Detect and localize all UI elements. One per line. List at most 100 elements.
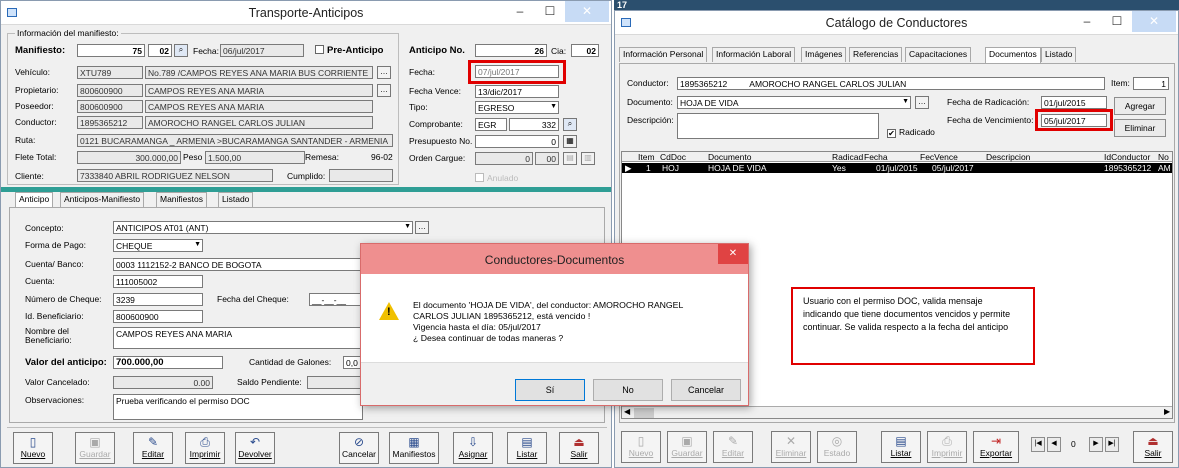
comprobante-num-input[interactable]: 332 (509, 118, 559, 131)
grid-header-cddoc[interactable]: CdDoc (660, 152, 686, 162)
conductor-field[interactable]: 1895365212 AMOROCHO RANGEL CARLOS JULIAN (677, 77, 1105, 90)
forma-pago-select[interactable]: CHEQUE ▼ (113, 239, 203, 252)
nuevo-button[interactable]: ▯ Nuevo (621, 431, 661, 463)
yes-button[interactable]: Sí (515, 379, 585, 401)
grid-header-idconductor[interactable]: IdConductor (1104, 152, 1150, 162)
guardar-button[interactable]: ▣ Guardar (75, 432, 115, 464)
minimize-icon[interactable]: – (505, 1, 535, 22)
concepto-lookup-button[interactable]: … (415, 221, 429, 234)
pre-anticipo-checkbox[interactable]: Pre-Anticipo (315, 45, 383, 56)
calculator-icon[interactable]: ▦ (563, 135, 577, 148)
last-record-icon[interactable]: ▶| (1105, 437, 1119, 452)
search-icon[interactable]: ⌕ (174, 44, 188, 57)
eliminar-button[interactable]: Eliminar (1114, 119, 1166, 137)
comprobante-search-icon[interactable]: ⌕ (563, 118, 577, 131)
radicado-checkbox[interactable]: ✔ Radicado (887, 127, 935, 138)
observaciones-input[interactable]: Prueba verificando el permiso DOC (113, 394, 363, 420)
grid-header-fecha[interactable]: Fecha (864, 152, 888, 162)
tab-informacion-personal[interactable]: Información Personal (619, 47, 708, 62)
documento-lookup-button[interactable]: … (915, 96, 929, 109)
valor-anticipo-input[interactable]: 700.000,00 (113, 356, 223, 369)
num-cheque-input[interactable]: 3239 (113, 293, 203, 306)
propietario-lookup-button[interactable]: … (377, 84, 391, 97)
fecha-radicacion-input[interactable]: 01/jul/2015 (1041, 96, 1107, 109)
eliminar-button[interactable]: ✕ Eliminar (771, 431, 811, 463)
scroll-left-icon[interactable]: ◀ (624, 407, 630, 416)
orden-input-1[interactable]: 0 (475, 152, 533, 165)
presupuesto-input[interactable]: 0 (475, 135, 559, 148)
nombre-beneficiario-input[interactable]: CAMPOS REYES ANA MARIA (113, 327, 363, 349)
scroll-right-icon[interactable]: ▶ (1164, 407, 1170, 416)
editar-button[interactable]: ✎ Editar (133, 432, 173, 464)
listar-button[interactable]: ▤ Listar (507, 432, 547, 464)
prev-record-icon[interactable]: ◀ (1047, 437, 1061, 452)
manifiestos-button[interactable]: ▦ Manifiestos (389, 432, 439, 464)
listar-button[interactable]: ▤ Listar (881, 431, 921, 463)
grid-header-no[interactable]: No (1158, 152, 1169, 162)
exportar-button[interactable]: ⇥ Exportar (973, 431, 1019, 463)
grid-header-descripcion[interactable]: Descripcion (986, 152, 1030, 162)
grid-header-item[interactable]: Item (638, 152, 655, 162)
id-beneficiario-input[interactable]: 800600900 (113, 310, 203, 323)
imprimir-button[interactable]: ⎙ Imprimir (927, 431, 967, 463)
maximize-icon[interactable]: ☐ (1102, 11, 1132, 32)
maximize-icon[interactable]: ☐ (535, 1, 565, 22)
table-icon[interactable]: ▥ (581, 152, 595, 165)
manifiesto-code-input[interactable]: 02 (148, 44, 172, 57)
guardar-button[interactable]: ▣ Guardar (667, 431, 707, 463)
table-row[interactable]: ▶ 1 HOJ HOJA DE VIDA Yes 01/jul/2015 05/… (622, 163, 1172, 173)
scroll-thumb[interactable] (634, 408, 654, 418)
close-icon[interactable]: ✕ (718, 244, 748, 264)
tab-documentos[interactable]: Documentos (985, 47, 1041, 63)
cuenta-banco-input[interactable]: 0003 1112152-2 BANCO DE BOGOTA (113, 258, 363, 271)
tab-imagenes[interactable]: Imágenes (801, 47, 847, 62)
grid-header-fecvence[interactable]: FecVence (920, 152, 958, 162)
no-button[interactable]: No (593, 379, 663, 401)
poseedor-id-input[interactable]: 800600900 (77, 100, 143, 113)
close-icon[interactable]: ✕ (565, 1, 609, 22)
conductor-id-input[interactable]: 1895365212 (77, 116, 143, 129)
concepto-select[interactable]: ANTICIPOS AT01 (ANT) ▼ (113, 221, 413, 234)
imprimir-button[interactable]: ⎙ Imprimir (185, 432, 225, 464)
tab-capacitaciones[interactable]: Capacitaciones (905, 47, 972, 62)
cia-input[interactable]: 02 (571, 44, 599, 57)
item-input[interactable]: 1 (1133, 77, 1169, 90)
descripcion-input[interactable] (677, 113, 879, 139)
grid-header-radicad[interactable]: Radicad (832, 152, 863, 162)
vehiculo-lookup-button[interactable]: … (377, 66, 391, 79)
grid-header-documento[interactable]: Documento (708, 152, 751, 162)
estado-button[interactable]: ◎ Estado (817, 431, 857, 463)
tab-anticipo[interactable]: Anticipo (15, 192, 54, 208)
tab-listado[interactable]: Listado (218, 192, 254, 207)
vehiculo-plate-input[interactable]: XTU789 (77, 66, 143, 79)
orden-input-2[interactable]: 00 (535, 152, 559, 165)
asignar-button[interactable]: ⇩ Asignar (453, 432, 493, 464)
comprobante-code-input[interactable]: EGR (475, 118, 507, 131)
horizontal-scrollbar[interactable]: ◀ ▶ (622, 406, 1172, 418)
cuenta-input[interactable]: 111005002 (113, 275, 203, 288)
devolver-button[interactable]: ↶ Devolver (235, 432, 275, 464)
tab-manifiestos[interactable]: Manifiestos (156, 192, 207, 207)
tab-informacion-laboral[interactable]: Información Laboral (712, 47, 796, 62)
editar-button[interactable]: ✎ Editar (713, 431, 753, 463)
cancelar-button[interactable]: ⊘ Cancelar (339, 432, 379, 464)
anticipo-no-input[interactable]: 26 (475, 44, 547, 57)
minimize-icon[interactable]: – (1072, 11, 1102, 32)
first-record-icon[interactable]: |◀ (1031, 437, 1045, 452)
fecha-input[interactable]: 06/jul/2017 (220, 44, 304, 57)
nuevo-button[interactable]: ▯ Nuevo (13, 432, 53, 464)
agregar-button[interactable]: Agregar (1114, 97, 1166, 115)
tab-anticipos-manifiesto[interactable]: Anticipos-Manifiesto (60, 192, 145, 207)
next-record-icon[interactable]: ▶ (1089, 437, 1103, 452)
salir-button[interactable]: ⏏ Salir (1133, 431, 1173, 463)
fecha-cheque-input[interactable]: __-__-__ (309, 293, 365, 306)
grid-icon[interactable]: ▤ (563, 152, 577, 165)
anulado-checkbox[interactable]: Anulado (475, 173, 518, 183)
salir-button[interactable]: ⏏ Salir (559, 432, 599, 464)
manifiesto-input[interactable]: 75 (77, 44, 145, 57)
close-icon[interactable]: ✕ (1132, 11, 1176, 32)
tab-listado[interactable]: Listado (1041, 47, 1077, 62)
fecha-vence-input[interactable]: 13/dic/2017 (475, 85, 559, 98)
documento-select[interactable]: HOJA DE VIDA ▼ (677, 96, 911, 109)
cancel-button[interactable]: Cancelar (671, 379, 741, 401)
